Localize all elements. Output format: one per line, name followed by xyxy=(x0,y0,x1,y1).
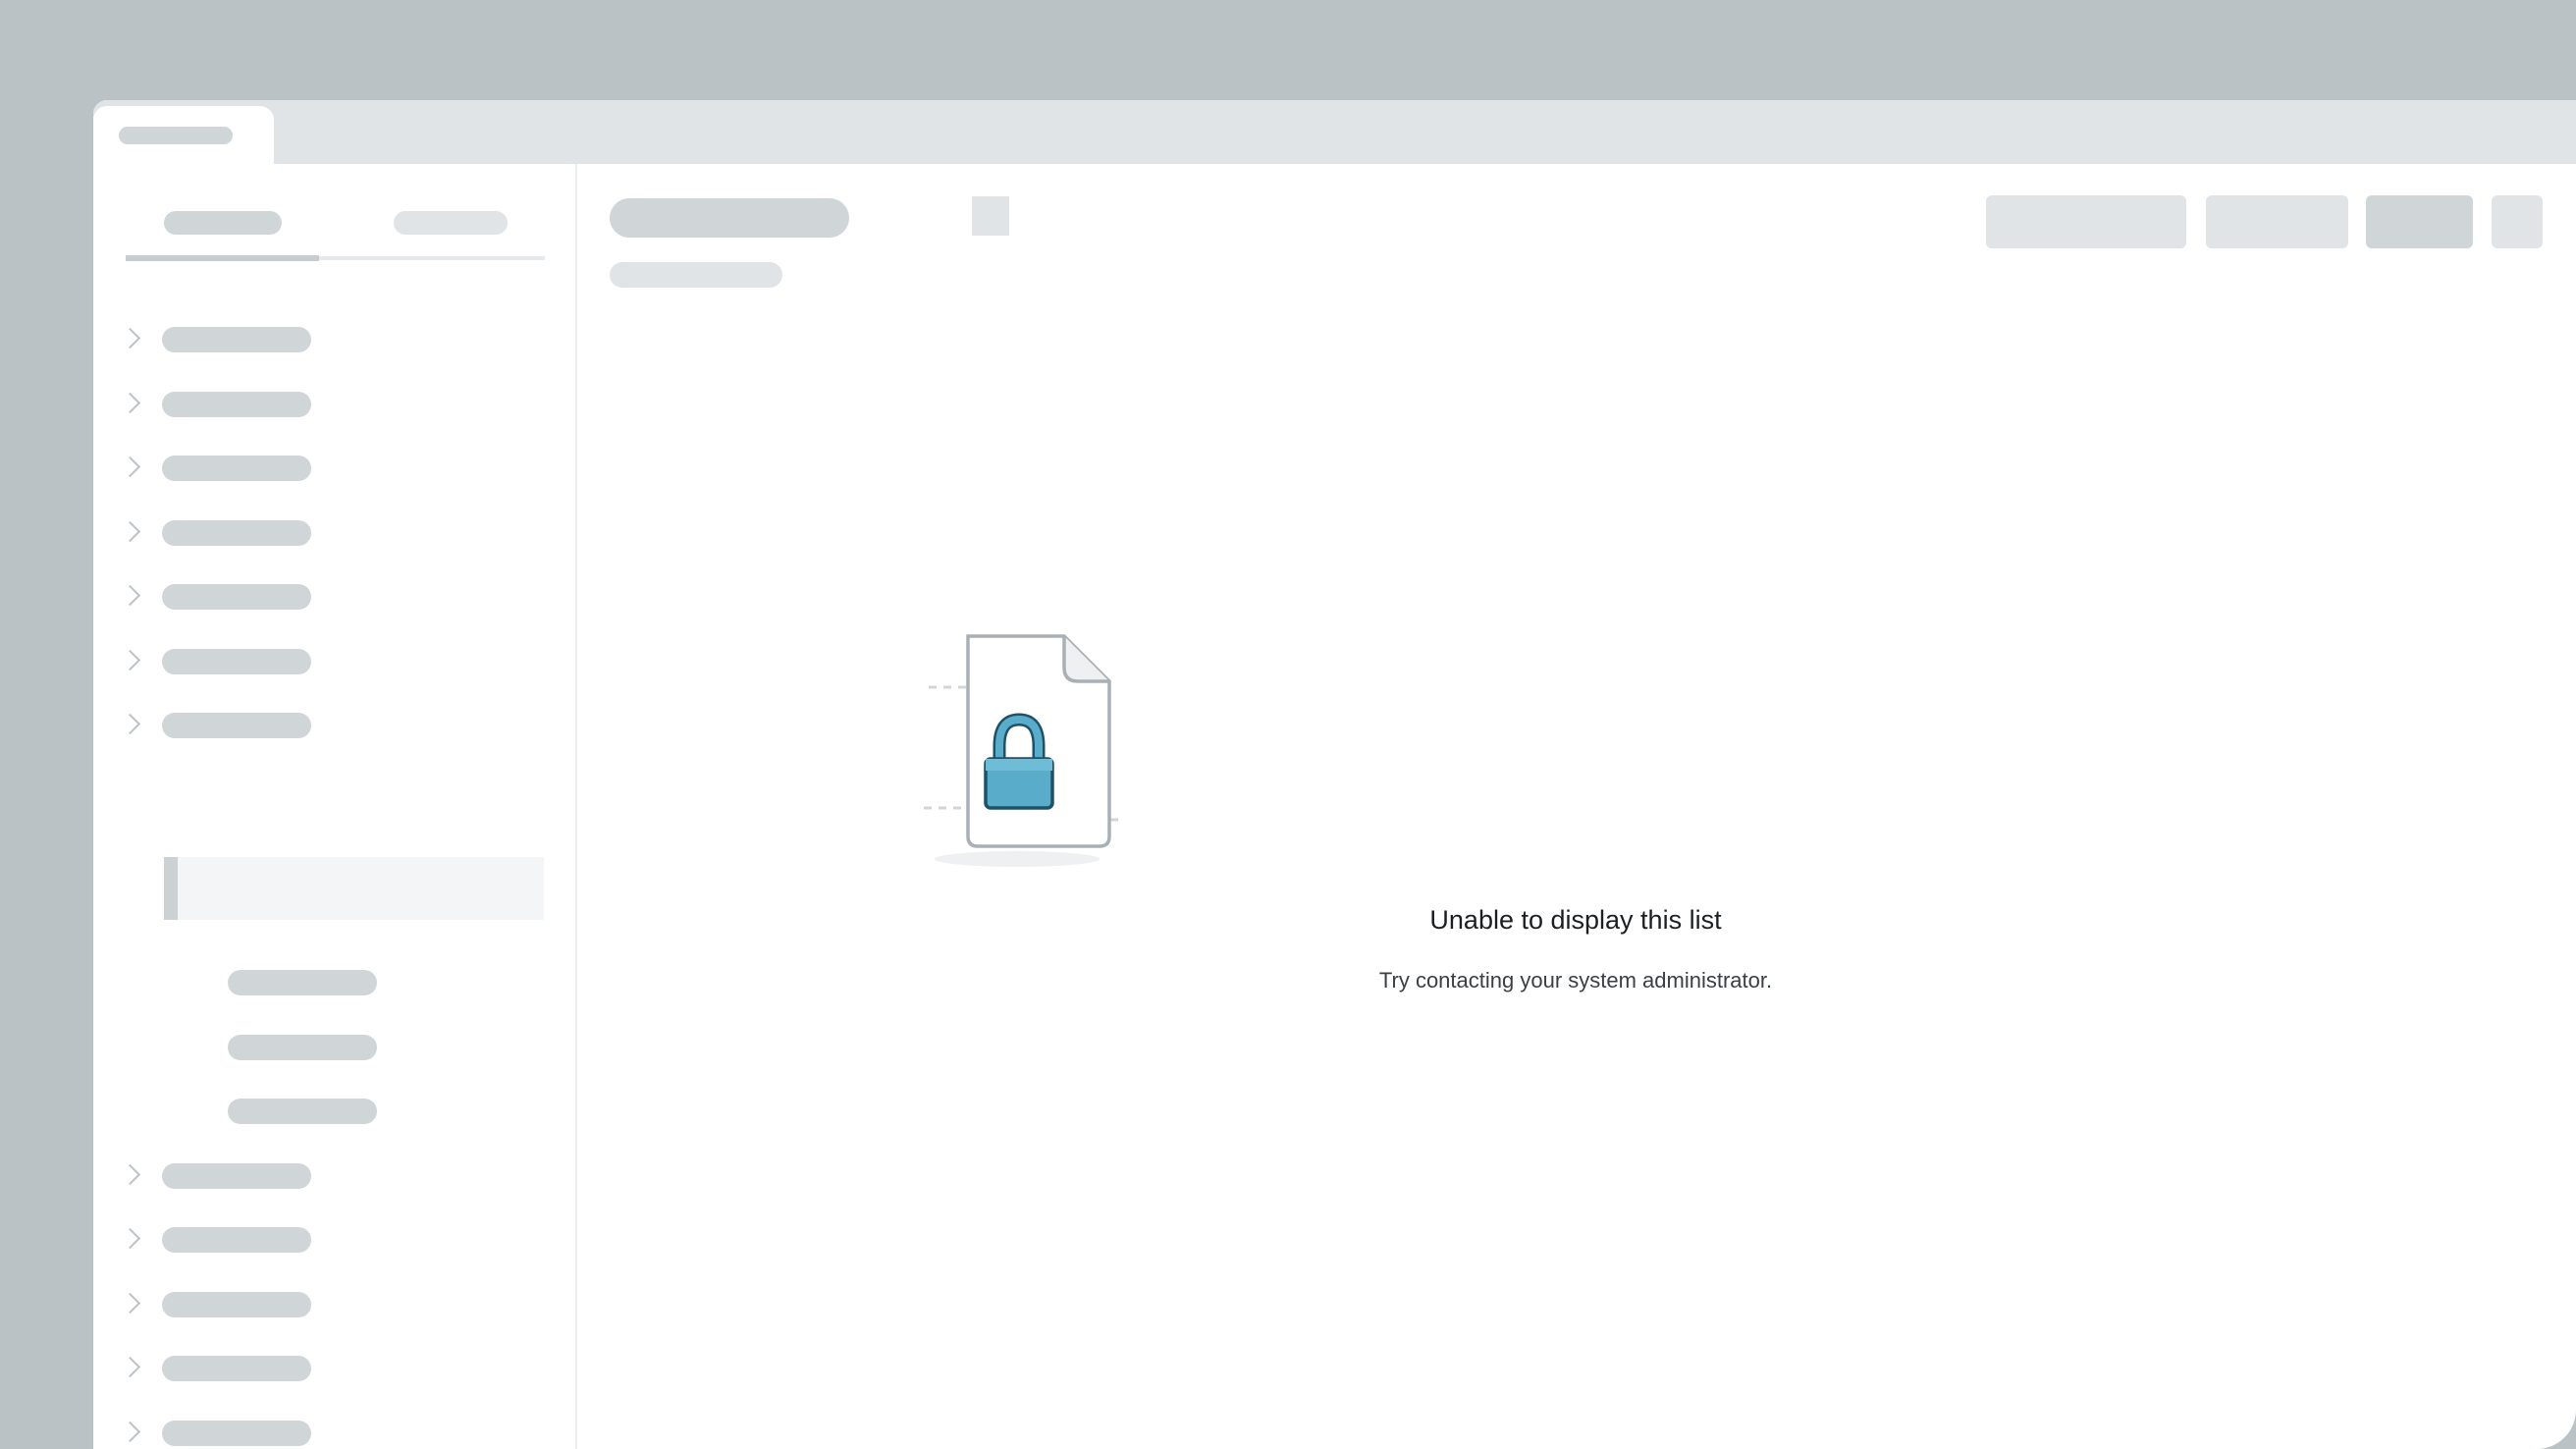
tree-item[interactable] xyxy=(93,309,555,368)
tree-item-label-placeholder xyxy=(162,520,311,546)
tree-child-item[interactable] xyxy=(93,1081,555,1140)
tree-item-label-placeholder xyxy=(162,584,311,610)
chevron-right-icon[interactable] xyxy=(119,1356,141,1378)
sidebar-tab-indicator xyxy=(126,255,319,261)
chevron-right-icon[interactable] xyxy=(119,1421,141,1443)
chevron-right-icon[interactable] xyxy=(119,1227,141,1250)
tree-child-item[interactable] xyxy=(93,952,555,1011)
tree-item-label-placeholder xyxy=(228,970,377,995)
tree-item[interactable] xyxy=(93,503,555,562)
tab-strip xyxy=(93,100,2576,164)
chevron-right-icon[interactable] xyxy=(119,649,141,671)
tree-item[interactable] xyxy=(93,374,555,433)
selection-indicator xyxy=(164,857,178,920)
tree-item[interactable] xyxy=(93,566,555,625)
tree-item[interactable] xyxy=(93,1274,555,1333)
sidebar-tab-1[interactable] xyxy=(164,211,282,235)
toolbar-button-4[interactable] xyxy=(2492,195,2543,248)
chevron-right-icon[interactable] xyxy=(119,713,141,735)
tree-item-label-placeholder xyxy=(228,1099,377,1124)
tree-item-label-placeholder xyxy=(162,1356,311,1381)
chevron-right-icon[interactable] xyxy=(119,584,141,607)
tree-item-label-placeholder xyxy=(162,1163,311,1189)
chevron-right-icon[interactable] xyxy=(119,392,141,414)
tree-child-item[interactable] xyxy=(93,1017,555,1076)
toolbar-button-2[interactable] xyxy=(2206,195,2348,248)
tree-item[interactable] xyxy=(93,1403,555,1449)
tree-item-label-placeholder xyxy=(162,649,311,674)
app-window xyxy=(93,100,2576,1449)
tree-item[interactable] xyxy=(93,695,555,754)
empty-state-title: Unable to display this list xyxy=(1429,905,1722,935)
browser-tab-active[interactable] xyxy=(93,106,274,164)
page-title-placeholder xyxy=(610,198,849,238)
locked-document-icon xyxy=(918,634,1125,867)
sidebar xyxy=(93,164,577,1449)
tree-item-label-placeholder xyxy=(162,327,311,352)
tree-item[interactable] xyxy=(93,438,555,497)
chevron-right-icon[interactable] xyxy=(119,327,141,349)
chevron-right-icon[interactable] xyxy=(119,456,141,478)
tree-item[interactable] xyxy=(93,631,555,690)
tree-item[interactable] xyxy=(93,1146,555,1205)
tree-item[interactable] xyxy=(93,1338,555,1397)
empty-state-message: Try contacting your system administrator… xyxy=(1378,968,1773,993)
sidebar-tab-2[interactable] xyxy=(394,211,508,235)
toolbar-button-1[interactable] xyxy=(1986,195,2186,248)
tree-item-label-placeholder xyxy=(162,1292,311,1317)
chevron-right-icon[interactable] xyxy=(119,520,141,543)
device-frame: Unable to display this list Try contacti… xyxy=(0,0,2576,1449)
tree-item-label-placeholder xyxy=(162,1421,311,1446)
tree-item-label-placeholder xyxy=(162,713,311,738)
tab-title-placeholder xyxy=(119,127,233,144)
tree-item-label-placeholder xyxy=(162,1227,311,1253)
chevron-right-icon[interactable] xyxy=(119,1163,141,1186)
tree-item-label-placeholder xyxy=(162,456,311,481)
page-subtitle-placeholder xyxy=(610,262,782,288)
tree-item[interactable] xyxy=(93,1209,555,1268)
tree-item-label-placeholder xyxy=(228,1035,377,1060)
tree-item-label-placeholder xyxy=(162,392,311,417)
main-panel xyxy=(577,164,2576,1449)
chevron-right-icon[interactable] xyxy=(119,1292,141,1315)
tree-item-selected[interactable] xyxy=(164,857,544,920)
title-action-placeholder[interactable] xyxy=(972,196,1009,236)
toolbar-button-3[interactable] xyxy=(2366,195,2473,248)
